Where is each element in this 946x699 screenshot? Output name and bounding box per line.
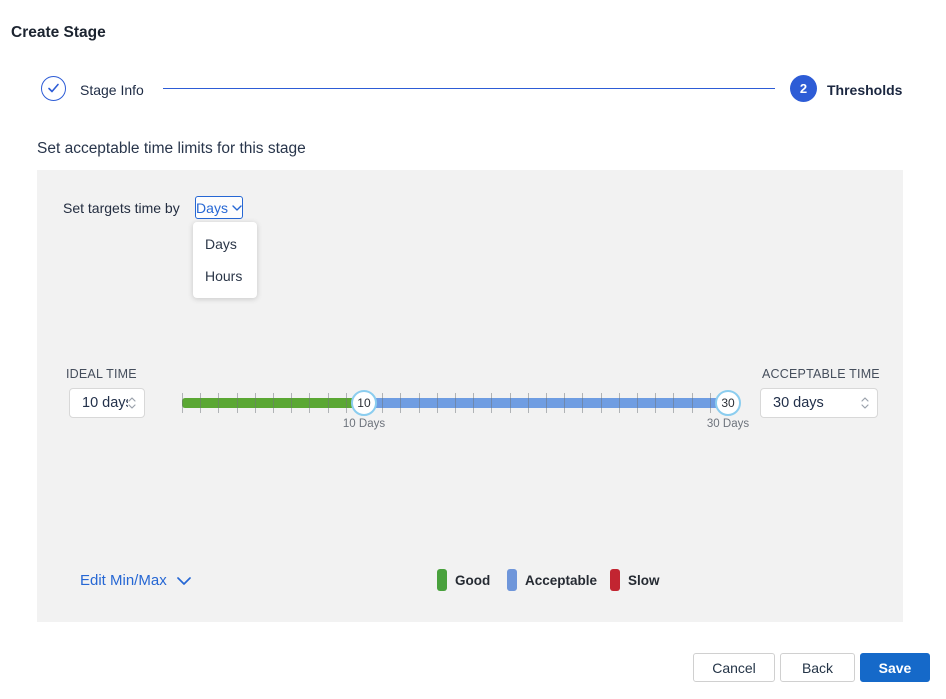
check-icon [47, 83, 60, 94]
legend-label-acceptable: Acceptable [525, 573, 597, 588]
slider-tick [309, 393, 310, 413]
slider-tick [710, 393, 711, 413]
step-thresholds-indicator[interactable]: 2 [790, 75, 817, 102]
back-button[interactable]: Back [780, 653, 855, 682]
create-stage-dialog: Create Stage Stage Info 2 Thresholds Set… [0, 0, 946, 699]
save-button[interactable]: Save [860, 653, 930, 682]
slider-tick [546, 393, 547, 413]
acceptable-time-decrement[interactable] [861, 404, 869, 409]
cancel-button[interactable]: Cancel [693, 653, 775, 682]
slider-tick [200, 393, 201, 413]
slider-tick [346, 393, 347, 413]
chevron-down-icon [177, 577, 191, 585]
menu-item-hours[interactable]: Hours [193, 260, 257, 292]
slider-track[interactable]: 10 30 [182, 393, 728, 413]
slider-tick [437, 393, 438, 413]
slider-tick [673, 393, 674, 413]
edit-minmax-label: Edit Min/Max [80, 572, 167, 589]
slider-tick [564, 393, 565, 413]
slider-tick [582, 393, 583, 413]
chevron-down-icon [861, 404, 869, 409]
slider-tick [273, 393, 274, 413]
acceptable-time-increment[interactable] [861, 397, 869, 402]
page-title: Create Stage [11, 24, 106, 42]
legend-swatch [437, 569, 447, 591]
slider-tick [255, 393, 256, 413]
acceptable-time-label: ACCEPTABLE TIME [762, 367, 880, 381]
slider-tick [328, 393, 329, 413]
chevron-up-icon [861, 397, 869, 402]
slider-ideal-day-label: 10 Days [343, 418, 385, 430]
menu-item-days[interactable]: Days [193, 228, 257, 260]
section-heading: Set acceptable time limits for this stag… [37, 140, 306, 158]
step-number: 2 [800, 81, 807, 96]
slider-tick [528, 393, 529, 413]
ideal-time-decrement[interactable] [128, 404, 136, 409]
slider-tick [218, 393, 219, 413]
slider-tick [655, 393, 656, 413]
legend-item-good: Good [437, 569, 490, 591]
legend-label-slow: Slow [628, 573, 660, 588]
thresholds-panel: Set targets time by Days Days Hours IDEA… [37, 170, 903, 622]
legend-swatch [507, 569, 517, 591]
chevron-up-icon [128, 397, 136, 402]
slider-tick [601, 393, 602, 413]
slider-acceptable-day-label: 30 Days [707, 418, 749, 430]
step-stage-info-indicator[interactable] [41, 76, 66, 101]
chevron-down-icon [128, 404, 136, 409]
time-unit-menu: Days Hours [193, 222, 257, 298]
ideal-time-spinner [128, 397, 136, 409]
slider-handle-ideal-value: 10 [357, 396, 370, 410]
slider-tick [237, 393, 238, 413]
slider-tick [291, 393, 292, 413]
legend-label-good: Good [455, 573, 490, 588]
slider-handle-acceptable[interactable]: 30 [715, 390, 741, 416]
acceptable-time-field [760, 388, 878, 418]
ideal-time-increment[interactable] [128, 397, 136, 402]
slider-tick [692, 393, 693, 413]
slider-handle-ideal[interactable]: 10 [351, 390, 377, 416]
acceptable-time-spinner [861, 397, 869, 409]
ideal-time-input[interactable] [70, 395, 128, 411]
slider-tick [382, 393, 383, 413]
step-thresholds-label: Thresholds [827, 82, 902, 98]
slider-tick [455, 393, 456, 413]
slider-tick [419, 393, 420, 413]
slider-tick [619, 393, 620, 413]
stepper-connector [163, 88, 775, 89]
slider-tick [182, 393, 183, 413]
legend-item-slow: Slow [610, 569, 660, 591]
time-unit-dropdown[interactable]: Days [195, 196, 243, 219]
ideal-time-label: IDEAL TIME [66, 367, 137, 381]
slider-tick [510, 393, 511, 413]
slider-tick [491, 393, 492, 413]
legend-swatch [610, 569, 620, 591]
targets-time-label: Set targets time by [63, 200, 180, 216]
slider-tick [473, 393, 474, 413]
legend-item-acceptable: Acceptable [507, 569, 597, 591]
step-stage-info-label[interactable]: Stage Info [80, 82, 144, 98]
acceptable-time-input[interactable] [761, 395, 861, 411]
slider-tick [637, 393, 638, 413]
edit-minmax-link[interactable]: Edit Min/Max [80, 572, 191, 589]
slider-tick [400, 393, 401, 413]
ideal-time-field [69, 388, 145, 418]
slider-handle-acceptable-value: 30 [721, 396, 734, 410]
time-unit-selected: Days [196, 200, 228, 216]
chevron-down-icon [232, 205, 242, 211]
